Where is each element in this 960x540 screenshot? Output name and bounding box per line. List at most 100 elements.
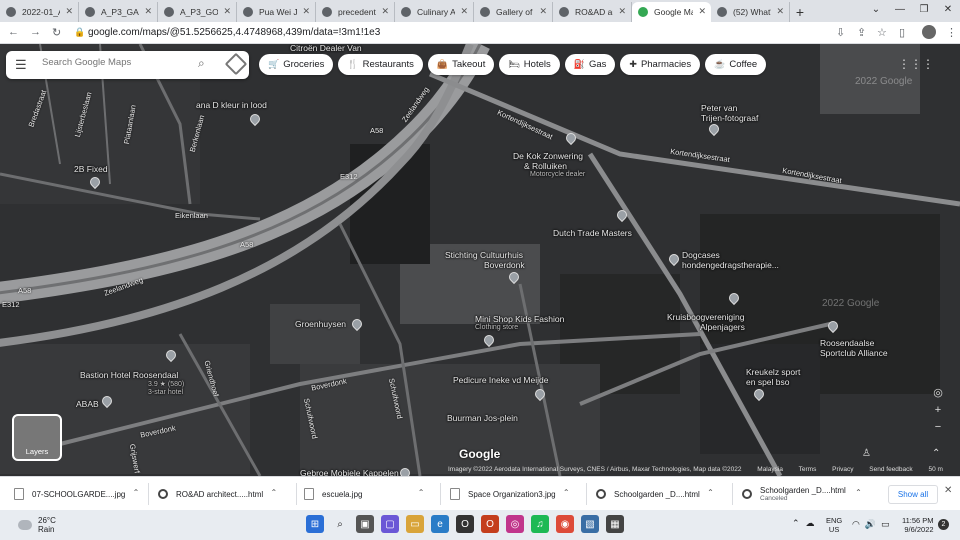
place-label[interactable]: Kreukelz sport (746, 367, 800, 377)
close-tab-icon[interactable]: ✕ (539, 6, 547, 17)
zoom-out-button[interactable]: − (928, 419, 948, 436)
place-label[interactable]: Kruisboogvereniging (667, 312, 745, 322)
satellite-map[interactable]: Citroën Dealer Van ana D kleur in lood 2… (0, 44, 960, 476)
calculator-icon[interactable]: ▦ (606, 515, 624, 533)
place-label[interactable]: Pedicure Ineke vd Meijde (453, 375, 548, 385)
chip-coffee[interactable]: ☕ Coffee (705, 54, 767, 75)
chevron-up-icon[interactable]: ⌃ (563, 488, 570, 497)
place-label[interactable]: Boverdonk (484, 260, 525, 270)
browser-tab[interactable]: A_P3_GOH ✕ (158, 2, 237, 22)
chip-pharmacies[interactable]: ✚ Pharmacies (620, 54, 701, 75)
new-tab-button[interactable]: + (790, 2, 810, 22)
chip-hotels[interactable]: 🛏 Hotels (499, 54, 560, 75)
browser-tab[interactable]: precedent ✕ (316, 2, 395, 22)
search-input[interactable] (42, 57, 192, 68)
search-icon[interactable]: ⌕ (331, 515, 349, 533)
status-icons[interactable]: ◠ 🔊 ▭ (852, 519, 890, 530)
close-tab-icon[interactable]: ✕ (144, 6, 152, 17)
close-tab-icon[interactable]: ✕ (381, 6, 389, 17)
browser-menu-icon[interactable]: ⋮ (946, 26, 957, 39)
place-label[interactable]: Buurman Jos-plein (447, 413, 518, 423)
minimize-icon[interactable]: — (888, 0, 912, 22)
chip-gas[interactable]: ⛽ Gas (564, 54, 616, 75)
browser-tab[interactable]: Pua Wei Jin ✕ (237, 2, 316, 22)
photos-icon[interactable]: ▧ (581, 515, 599, 533)
close-tab-icon[interactable]: ✕ (698, 6, 706, 17)
directions-icon[interactable] (224, 52, 248, 76)
place-label[interactable]: Dogcases (682, 250, 720, 260)
edge-icon[interactable]: e (431, 515, 449, 533)
hamburger-menu-icon[interactable]: ☰ (15, 57, 27, 73)
bookmark-star-icon[interactable]: ☆ (877, 26, 887, 39)
browser-tab[interactable]: Gallery of S ✕ (474, 2, 553, 22)
expand-icon[interactable]: ⌃ (932, 448, 940, 459)
chevron-up-icon[interactable]: ⌃ (707, 488, 714, 497)
google-apps-icon[interactable]: ⋮⋮⋮ (898, 57, 934, 71)
chip-takeout[interactable]: 👜 Takeout (427, 54, 495, 75)
place-label[interactable]: hondengedragstherapie... (682, 260, 779, 270)
instagram-icon[interactable]: ◎ (506, 515, 524, 533)
browser-tab[interactable]: 2022-01_AI ✕ (0, 2, 79, 22)
download-item[interactable]: Schoolgarden _D....html ⌃ (596, 483, 714, 505)
place-label[interactable]: Sportclub Alliance (820, 348, 888, 358)
place-label[interactable]: Roosendaalse (820, 338, 874, 348)
zoom-in-button[interactable]: + (928, 402, 948, 419)
place-label[interactable]: Gebroe Mobiele Kappelen (300, 468, 399, 476)
cloud-icon[interactable]: ☁ (806, 518, 815, 529)
place-label[interactable]: en spel bso (746, 377, 789, 387)
close-downloads-icon[interactable]: ✕ (944, 485, 952, 496)
download-item[interactable]: RO&AD architect.....html ⌃ (158, 483, 277, 505)
place-label[interactable]: Alpenjagers (700, 322, 745, 332)
chevron-up-icon[interactable]: ⌃ (418, 488, 425, 497)
browser-tab[interactable]: RO&AD arc ✕ (553, 2, 632, 22)
my-location-icon[interactable]: ◎ (928, 385, 948, 402)
place-label[interactable]: Dutch Trade Masters (553, 228, 632, 238)
reload-icon[interactable]: ↻ (52, 26, 61, 39)
back-arrow-icon[interactable]: ← (8, 26, 19, 38)
weather-widget[interactable]: 26°C Rain (18, 516, 56, 534)
place-label[interactable]: Stichting Cultuurhuis (445, 250, 523, 260)
place-label[interactable]: ana D kleur in lood (196, 100, 267, 110)
browser-tab[interactable]: A_P3_GARR ✕ (79, 2, 158, 22)
file-explorer-icon[interactable]: ▭ (406, 515, 424, 533)
search-icon[interactable]: ⌕ (198, 56, 205, 71)
language-indicator[interactable]: ENG US (826, 516, 842, 534)
tab-search-icon[interactable]: ⌄ (864, 0, 888, 22)
chip-groceries[interactable]: 🛒 Groceries (259, 54, 334, 75)
clock[interactable]: 11:56 PM 9/6/2022 (902, 516, 934, 534)
url-field[interactable]: google.com/maps/@51.5256625,4.4748968,43… (88, 27, 380, 38)
task-view-icon[interactable]: ▣ (356, 515, 374, 533)
scale-label[interactable]: 50 m (928, 466, 942, 473)
browser-tab-active[interactable]: Google Ma ✕ (632, 2, 711, 22)
chevron-up-icon[interactable]: ⌃ (270, 488, 277, 497)
office-icon[interactable]: O (481, 515, 499, 533)
forward-arrow-icon[interactable]: → (30, 26, 41, 38)
place-label[interactable]: ABAB (76, 399, 99, 409)
place-label[interactable]: Citroën Dealer Van (290, 44, 362, 53)
chip-restaurants[interactable]: 🍴 Restaurants (338, 54, 423, 75)
close-window-icon[interactable]: ✕ (936, 0, 960, 22)
app-o-icon[interactable]: O (456, 515, 474, 533)
place-label[interactable]: Groenhuysen (295, 319, 346, 329)
chrome-icon[interactable]: ◉ (556, 515, 574, 533)
place-label[interactable]: Mini Shop Kids Fashion (475, 314, 564, 324)
privacy-link[interactable]: Privacy (832, 466, 853, 473)
chevron-up-icon[interactable]: ⌃ (792, 518, 800, 529)
close-tab-icon[interactable]: ✕ (460, 6, 468, 17)
browser-tab[interactable]: (52) What's ✕ (711, 2, 790, 22)
close-tab-icon[interactable]: ✕ (223, 6, 231, 17)
place-label[interactable]: Bastion Hotel Roosendaal (80, 370, 178, 380)
download-item[interactable]: Space Organization3.jpg ⌃ (450, 483, 570, 505)
download-item-canceled[interactable]: Schoolgarden _D....html Canceled ⌃ (742, 483, 862, 505)
pegman-icon[interactable]: ♙ (862, 448, 871, 459)
place-label[interactable]: Peter van (701, 103, 737, 113)
maximize-icon[interactable]: ❐ (912, 0, 936, 22)
lock-icon[interactable]: 🔒 (74, 27, 85, 38)
close-tab-icon[interactable]: ✕ (618, 6, 626, 17)
download-item[interactable]: 07-SCHOOLGARDE....jpg ⌃ (14, 483, 139, 505)
close-tab-icon[interactable]: ✕ (302, 6, 310, 17)
download-item[interactable]: escuela.jpg ⌃ (304, 483, 424, 505)
spotify-icon[interactable]: ♫ (531, 515, 549, 533)
layers-button[interactable]: Layers (12, 414, 62, 461)
notification-badge[interactable]: 2 (938, 519, 949, 530)
